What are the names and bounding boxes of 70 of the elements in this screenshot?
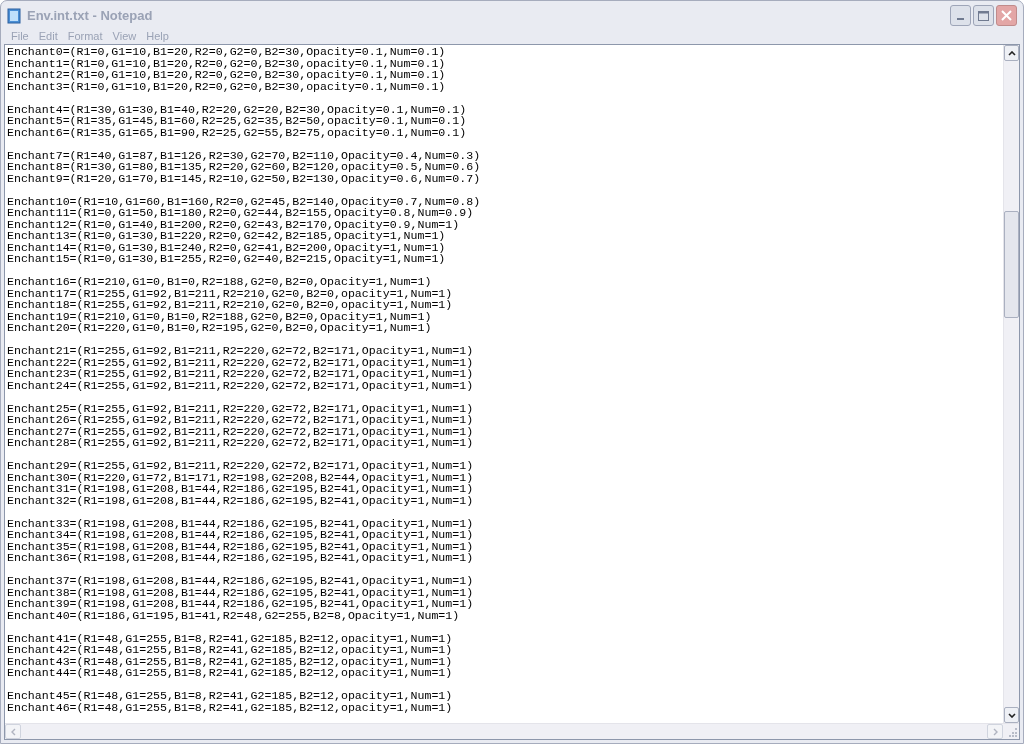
- text-line: Enchant0=(R1=0,G1=10,B1=20,R2=0,G2=0,B2=30,Opacity=0.1,Num=0.1): [7, 46, 446, 58]
- text-line: Enchant16=(R1=210,G1=0,B1=0,R2=188,G2=0,B2=0,Opacity=1,Num=1): [7, 276, 432, 288]
- scroll-up-button[interactable]: [1004, 45, 1019, 61]
- text-line: Enchant18=(R1=255,G1=92,B1=211,R2=210,G2=0,B2=0,opacity=1,Num=1): [7, 299, 453, 311]
- text-line: Enchant19=(R1=210,G1=0,B1=0,R2=188,G2=0,B2=0,Opacity=1,Num=1): [7, 310, 432, 322]
- text-line: Enchant25=(R1=255,G1=92,B1=211,R2=220,G2=72,B2=171,Opacity=1,Num=1): [7, 402, 474, 414]
- text-line: Enchant4=(R1=30,G1=30,B1=40,R2=20,G2=20,B2=30,Opacity=0.1,Num=0.1): [7, 103, 467, 115]
- window-title: Env.int.txt - Notepad: [27, 6, 153, 25]
- text-line: Enchant14=(R1=0,G1=30,B1=240,R2=0,G2=41,B2=200,Opacity=1,Num=1): [7, 241, 446, 253]
- text-line: Enchant46=(R1=48,G1=255,B1=8,R2=41,G2=185,B2=12,opacity=1,Num=1): [7, 701, 453, 713]
- text-line: Enchant39=(R1=198,G1=208,B1=44,R2=186,G2=195,B2=41,Opacity=1,Num=1): [7, 598, 474, 610]
- close-icon: [1001, 10, 1012, 21]
- menu-item[interactable]: Edit: [33, 30, 63, 43]
- minimize-button[interactable]: [950, 5, 971, 26]
- text-line: Enchant1=(R1=0,G1=10,B1=20,R2=0,G2=0,B2=30,opacity=0.1,Num=0.1): [7, 57, 446, 69]
- text-line: Enchant5=(R1=35,G1=45,B1=60,R2=25,G2=35,B2=50,opacity=0.1,Num=0.1): [7, 115, 467, 127]
- down-caret-icon: [1007, 712, 1016, 718]
- text-line: Enchant36=(R1=198,G1=208,B1=44,R2=186,G2=195,B2=41,Opacity=1,Num=1): [7, 552, 474, 564]
- text-line: Enchant26=(R1=255,G1=92,B1=211,R2=220,G2=72,B2=171,Opacity=1,Num=1): [7, 414, 474, 426]
- text-line: Enchant30=(R1=220,G1=72,B1=171,R2=198,G2=208,B2=44,Opacity=1,Num=1): [7, 471, 474, 483]
- text-line: Enchant2=(R1=0,G1=10,B1=20,R2=0,G2=0,B2=30,opacity=0.1,Num=0.1): [7, 69, 446, 81]
- text-line: Enchant28=(R1=255,G1=92,B1=211,R2=220,G2=72,B2=171,Opacity=1,Num=1): [7, 437, 474, 449]
- text-line: Enchant37=(R1=198,G1=208,B1=44,R2=186,G2=195,B2=41,Opacity=1,Num=1): [7, 575, 474, 587]
- notepad-icon: [7, 7, 22, 24]
- text-line: Enchant43=(R1=48,G1=255,B1=8,R2=41,G2=185,B2=12,opacity=1,Num=1): [7, 655, 453, 667]
- menu-item[interactable]: File: [6, 30, 34, 43]
- text-line: Enchant44=(R1=48,G1=255,B1=8,R2=41,G2=185,B2=12,opacity=1,Num=1): [7, 667, 453, 679]
- text-line: Enchant35=(R1=198,G1=208,B1=44,R2=186,G2=195,B2=41,Opacity=1,Num=1): [7, 540, 474, 552]
- text-line: Enchant22=(R1=255,G1=92,B1=211,R2=220,G2=72,B2=171,Opacity=1,Num=1): [7, 356, 474, 368]
- maximize-button[interactable]: [973, 5, 994, 26]
- text-line: Enchant38=(R1=198,G1=208,B1=44,R2=186,G2=195,B2=41,Opacity=1,Num=1): [7, 586, 474, 598]
- text-line: Enchant45=(R1=48,G1=255,B1=8,R2=41,G2=185,B2=12,opacity=1,Num=1): [7, 690, 453, 702]
- text-line: Enchant11=(R1=0,G1=50,B1=180,R2=0,G2=44,B2=155,Opacity=0.8,Num=0.9): [7, 207, 474, 219]
- text-line: Enchant33=(R1=198,G1=208,B1=44,R2=186,G2=195,B2=41,Opacity=1,Num=1): [7, 517, 474, 529]
- text-line: Enchant31=(R1=198,G1=208,B1=44,R2=186,G2=195,B2=41,Opacity=1,Num=1): [7, 483, 474, 495]
- menu-item[interactable]: Format: [62, 30, 108, 43]
- text-line: Enchant12=(R1=0,G1=40,B1=200,R2=0,G2=43,B2=170,Opacity=0.9,Num=1): [7, 218, 460, 230]
- text-line: Enchant9=(R1=20,G1=70,B1=145,R2=10,G2=50,B2=130,Opacity=0.6,Num=0.7): [7, 172, 481, 184]
- close-button[interactable]: [996, 5, 1017, 26]
- left-caret-icon: [10, 727, 16, 736]
- scroll-left-button[interactable]: [5, 724, 21, 739]
- text-line: Enchant8=(R1=30,G1=80,B1=135,R2=20,G2=60,B2=120,opacity=0.5,Num=0.6): [7, 161, 481, 173]
- horizontal-scrollbar[interactable]: [5, 724, 1003, 739]
- menu-item[interactable]: Help: [141, 30, 174, 43]
- text-line: Enchant7=(R1=40,G1=87,B1=126,R2=30,G2=70,B2=110,Opacity=0.4,Num=0.3): [7, 149, 481, 161]
- text-line: Enchant13=(R1=0,G1=30,B1=220,R2=0,G2=42,B2=185,Opacity=1,Num=1): [7, 230, 446, 242]
- text-line: Enchant6=(R1=35,G1=65,B1=90,R2=25,G2=55,B2=75,opacity=0.1,Num=0.1): [7, 126, 467, 138]
- text-line: Enchant17=(R1=255,G1=92,B1=211,R2=210,G2=0,B2=0,opacity=1,Num=1): [7, 287, 453, 299]
- text-line: Enchant32=(R1=198,G1=208,B1=44,R2=186,G2=195,B2=41,Opacity=1,Num=1): [7, 494, 474, 506]
- menu-item[interactable]: View: [107, 30, 142, 43]
- up-caret-icon: [1007, 50, 1016, 56]
- scrollbar-thumb[interactable]: [1004, 211, 1019, 318]
- text-line: Enchant27=(R1=255,G1=92,B1=211,R2=220,G2=72,B2=171,Opacity=1,Num=1): [7, 425, 474, 437]
- text-line: Enchant15=(R1=0,G1=30,B1=255,R2=0,G2=40,B2=215,Opacity=1,Num=1): [7, 253, 446, 265]
- text-line: Enchant24=(R1=255,G1=92,B1=211,R2=220,G2=72,B2=171,Opacity=1,Num=1): [7, 379, 474, 391]
- minimize-icon: [957, 18, 964, 20]
- text-line: Enchant34=(R1=198,G1=208,B1=44,R2=186,G2=195,B2=41,Opacity=1,Num=1): [7, 529, 474, 541]
- scroll-down-button[interactable]: [1004, 707, 1019, 723]
- text-line: Enchant41=(R1=48,G1=255,B1=8,R2=41,G2=185,B2=12,opacity=1,Num=1): [7, 632, 453, 644]
- text-line: Enchant42=(R1=48,G1=255,B1=8,R2=41,G2=185,B2=12,opacity=1,Num=1): [7, 644, 453, 656]
- text-line: Enchant3=(R1=0,G1=10,B1=20,R2=0,G2=0,B2=30,opacity=0.1,Num=0.1): [7, 80, 446, 92]
- maximize-icon: [978, 10, 989, 21]
- right-caret-icon: [992, 727, 998, 736]
- vertical-scrollbar[interactable]: [1003, 45, 1019, 723]
- text-line: Enchant10=(R1=10,G1=60,B1=160,R2=0,G2=45,B2=140,Opacity=0.7,Num=0.8): [7, 195, 481, 207]
- text-line: Enchant21=(R1=255,G1=92,B1=211,R2=220,G2=72,B2=171,Opacity=1,Num=1): [7, 345, 474, 357]
- text-line: Enchant40=(R1=186,G1=195,B1=41,R2=48,G2=255,B2=8,Opacity=1,Num=1): [7, 609, 460, 621]
- text-line: Enchant23=(R1=255,G1=92,B1=211,R2=220,G2=72,B2=171,Opacity=1,Num=1): [7, 368, 474, 380]
- text-line: Enchant29=(R1=255,G1=92,B1=211,R2=220,G2=72,B2=171,Opacity=1,Num=1): [7, 460, 474, 472]
- text-line: Enchant20=(R1=220,G1=0,B1=0,R2=195,G2=0,B2=0,Opacity=1,Num=1): [7, 322, 432, 334]
